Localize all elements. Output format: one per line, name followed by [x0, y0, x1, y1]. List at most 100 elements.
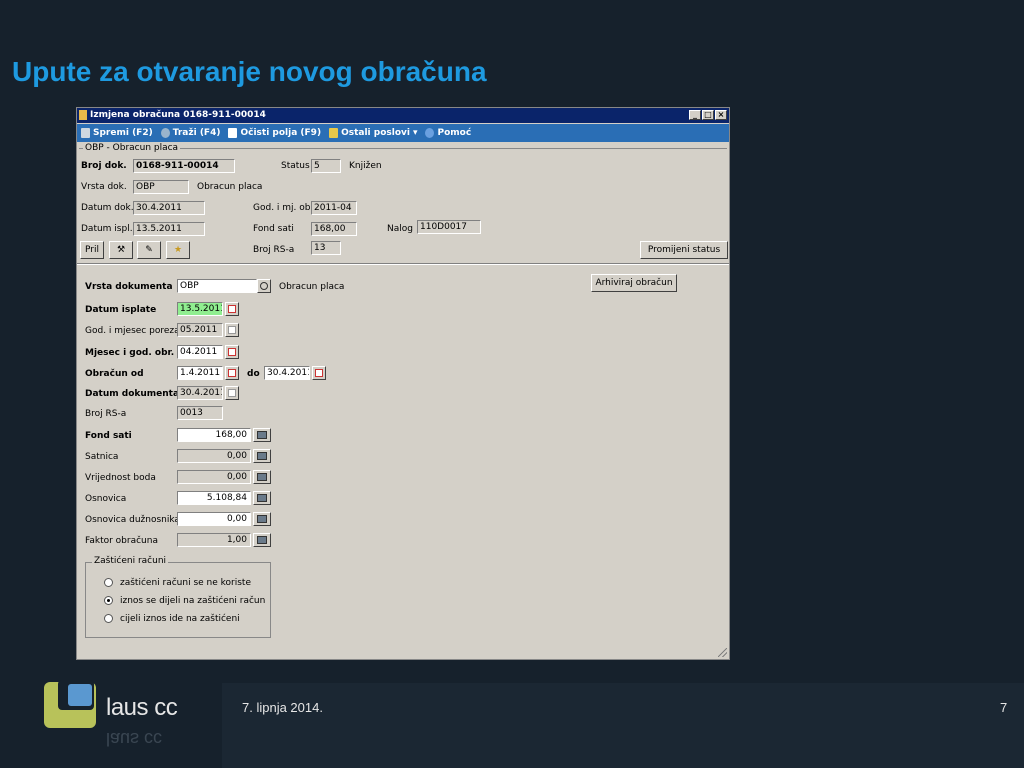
search-icon[interactable] — [257, 279, 271, 293]
page-number: 7 — [1000, 700, 1008, 715]
vrijednost-boda-field: 0,00 — [177, 470, 251, 484]
app-window: Izmjena obračuna 0168-911-00014 _ □ × Sp… — [76, 107, 730, 660]
status-text: Knjižen — [349, 161, 382, 171]
osnovica-field[interactable]: 5.108,84 — [177, 491, 251, 505]
datum-isplate-label: Datum isplate — [85, 305, 157, 315]
zasticeni-racuni-group: Zaštićeni računi zaštićeni računi se ne … — [85, 556, 271, 638]
faktor-obracuna-field: 1,00 — [177, 533, 251, 547]
datum-isplate-field[interactable]: 13.5.2011 — [177, 302, 223, 316]
obracun-do-field[interactable]: 30.4.2011 — [264, 366, 310, 380]
datum-dok-field: 30.4.2011 — [133, 201, 205, 215]
nalog-field: 110D0017 — [417, 220, 481, 234]
logo-reflection: laus cc — [106, 729, 163, 749]
broj-rs-a-field: 0013 — [177, 406, 223, 420]
footer-panel — [222, 683, 1024, 768]
vrsta-dok-text: Obracun placa — [197, 182, 263, 192]
logo-text: laus cc — [106, 694, 178, 721]
calculator-icon — [253, 533, 271, 547]
app-icon — [79, 110, 87, 120]
broj-rs-field: 13 — [311, 241, 341, 255]
window-title: Izmjena obračuna 0168-911-00014 — [90, 110, 266, 120]
radio-dijeli[interactable] — [104, 596, 113, 605]
vrijednost-boda-label: Vrijednost boda — [85, 473, 156, 483]
clear-icon — [228, 128, 238, 138]
calculator-icon[interactable] — [253, 428, 271, 442]
calendar-icon — [225, 386, 239, 400]
tasks-icon — [329, 128, 339, 138]
clear-fields-button[interactable]: Očisti polja (F9) — [228, 128, 321, 138]
calculator-icon — [253, 449, 271, 463]
star-icon: ★ — [173, 245, 183, 255]
satnica-label: Satnica — [85, 452, 119, 462]
obracun-od-field[interactable]: 1.4.2011 — [177, 366, 223, 380]
osnovica-duznosnika-label: Osnovica dužnosnika — [85, 515, 180, 525]
calculator-icon[interactable] — [253, 512, 271, 526]
tool-button-2[interactable]: ✎ — [137, 241, 161, 259]
obracun-od-label: Obračun od — [85, 369, 144, 379]
toolbar: Spremi (F2) Traži (F4) Očisti polja (F9)… — [77, 124, 729, 142]
broj-dok-label: Broj dok. — [81, 161, 127, 171]
save-icon — [81, 128, 90, 138]
fond-sati-form-label: Fond sati — [85, 431, 132, 441]
footer-date: 7. lipnja 2014. — [242, 700, 323, 715]
do-label: do — [247, 369, 260, 379]
search-icon — [160, 128, 170, 138]
datum-dokumenta-field: 30.4.2011 — [177, 386, 223, 400]
broj-dok-field: 0168-911-00014 — [133, 159, 235, 173]
mjesec-god-obr-field[interactable]: 04.2011 — [177, 345, 223, 359]
mjesec-god-obr-label: Mjesec i god. obr. — [85, 348, 175, 358]
help-icon — [425, 128, 435, 138]
radio-ne-koriste-label: zaštićeni računi se ne koriste — [120, 578, 251, 588]
vrsta-dokumenta-text: Obracun placa — [279, 282, 345, 292]
tool-button-1[interactable]: ⚒ — [109, 241, 133, 259]
search-button[interactable]: Traži (F4) — [160, 128, 220, 138]
vrsta-dokumenta-field[interactable]: OBP — [177, 279, 257, 293]
help-button[interactable]: Pomoć — [425, 128, 471, 138]
calendar-icon[interactable] — [225, 302, 239, 316]
slide-title: Upute za otvaranje novog obračuna — [12, 56, 487, 87]
god-mj-obr-field: 2011-04 — [311, 201, 357, 215]
calendar-icon[interactable] — [225, 345, 239, 359]
radio-cijeli-label: cijeli iznos ide na zaštićeni — [120, 614, 240, 624]
edit-icon: ✎ — [145, 245, 153, 255]
calculator-icon[interactable] — [253, 491, 271, 505]
satnica-field: 0,00 — [177, 449, 251, 463]
datum-ispl-label: Datum ispl. — [81, 224, 133, 234]
calendar-icon[interactable] — [312, 366, 326, 380]
pril-button[interactable]: Pril — [80, 241, 104, 259]
calculator-icon — [253, 470, 271, 484]
god-mjesec-poreza-label: God. i mjesec poreza — [85, 326, 180, 336]
osnovica-label: Osnovica — [85, 494, 127, 504]
fond-sati-label: Fond sati — [253, 224, 294, 234]
group-label: OBP - Obracun placa — [83, 143, 181, 153]
save-button[interactable]: Spremi (F2) — [81, 128, 153, 138]
calendar-icon[interactable] — [225, 366, 239, 380]
maximize-button[interactable]: □ — [702, 110, 714, 120]
divider — [77, 263, 729, 265]
status-label: Status — [281, 161, 310, 171]
broj-rs-a-label: Broj RS-a — [85, 409, 127, 419]
promijeni-status-button[interactable]: Promijeni status — [640, 241, 728, 259]
nalog-label: Nalog — [387, 224, 413, 234]
datum-ispl-field: 13.5.2011 — [133, 222, 205, 236]
radio-cijeli[interactable] — [104, 614, 113, 623]
vrsta-dokumenta-label: Vrsta dokumenta — [85, 282, 173, 292]
vrsta-dok-label: Vrsta dok. — [81, 182, 127, 192]
zasticeni-racuni-label: Zaštićeni računi — [92, 556, 169, 566]
radio-ne-koriste[interactable] — [104, 578, 113, 587]
close-button[interactable]: × — [715, 110, 727, 120]
broj-rs-label: Broj RS-a — [253, 245, 295, 255]
window-titlebar[interactable]: Izmjena obračuna 0168-911-00014 _ □ × — [77, 108, 729, 123]
osnovica-duznosnika-field[interactable]: 0,00 — [177, 512, 251, 526]
datum-dok-label: Datum dok. — [81, 203, 134, 213]
company-logo-icon — [44, 680, 98, 728]
fond-sati-form-field[interactable]: 168,00 — [177, 428, 251, 442]
datum-dokumenta-label: Datum dokumenta — [85, 389, 180, 399]
arhiviraj-button[interactable]: Arhiviraj obračun — [591, 274, 677, 292]
chevron-down-icon: ▾ — [412, 128, 418, 138]
god-mjesec-poreza-field: 05.2011 — [177, 323, 223, 337]
minimize-button[interactable]: _ — [689, 110, 701, 120]
resize-grip[interactable] — [718, 648, 727, 657]
other-tasks-button[interactable]: Ostali poslovi ▾ — [329, 128, 417, 138]
tool-button-3[interactable]: ★ — [166, 241, 190, 259]
